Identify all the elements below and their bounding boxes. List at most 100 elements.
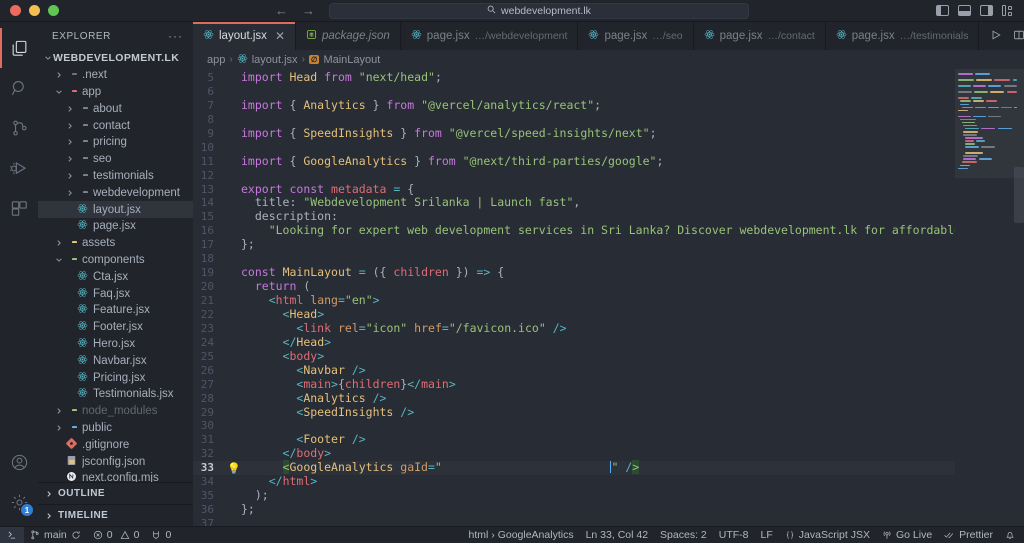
- tree-item-node-modules[interactable]: node_modules: [38, 403, 193, 420]
- code-line-31[interactable]: 31 <Footer />: [193, 432, 955, 447]
- code-line-30[interactable]: 30: [193, 419, 955, 433]
- split-editor-icon[interactable]: [1013, 29, 1024, 44]
- close-icon[interactable]: ✕: [275, 30, 285, 42]
- activity-bar-item-explorer[interactable]: [0, 28, 38, 68]
- chevron-right-icon[interactable]: [64, 155, 75, 163]
- quick-fix-lightbulb-icon[interactable]: 💡: [227, 463, 241, 474]
- run-icon[interactable]: [990, 29, 1002, 44]
- chevron-right-icon[interactable]: [53, 239, 64, 247]
- file-tree[interactable]: WEBDEVELOPMENT.LK .next app about contact pr…: [38, 50, 193, 482]
- code-line-16[interactable]: 16 "Looking for expert web development s…: [193, 223, 955, 238]
- editor-tab-2[interactable]: package.json: [296, 22, 401, 50]
- code-line-18[interactable]: 18: [193, 252, 955, 266]
- status-branch[interactable]: main: [24, 527, 87, 543]
- breadcrumb-item-file[interactable]: layout.jsx: [252, 54, 298, 66]
- chevron-right-icon[interactable]: [64, 138, 75, 146]
- sidebar-more-actions-icon[interactable]: ···: [168, 29, 183, 43]
- status-language-path[interactable]: html › GoogleAnalytics: [463, 527, 580, 543]
- tree-item-hero-jsx[interactable]: Hero.jsx: [38, 336, 193, 353]
- command-center-search[interactable]: webdevelopment.lk: [329, 2, 749, 19]
- code-line-13[interactable]: 13 export const metadata = {: [193, 182, 955, 197]
- status-language-mode[interactable]: JavaScript JSX: [779, 527, 876, 543]
- tree-item-jsconfig-json[interactable]: jsconfig.json: [38, 453, 193, 470]
- toggle-primary-sidebar-icon[interactable]: [936, 5, 949, 16]
- tree-item-seo[interactable]: seo: [38, 151, 193, 168]
- tree-item-pricing[interactable]: pricing: [38, 134, 193, 151]
- chevron-down-icon[interactable]: [53, 88, 64, 96]
- chevron-right-icon[interactable]: [64, 122, 75, 130]
- tree-item-pricing-jsx[interactable]: Pricing.jsx: [38, 369, 193, 386]
- code-line-27[interactable]: 27 <main>{children}</main>: [193, 377, 955, 392]
- editor-tab-4[interactable]: page.jsx …/seo: [578, 22, 694, 50]
- tree-root-row[interactable]: WEBDEVELOPMENT.LK: [38, 50, 193, 67]
- editor-tab-6[interactable]: page.jsx …/testimonials: [825, 22, 980, 50]
- status-go-live[interactable]: Go Live: [876, 527, 938, 543]
- code-line-36[interactable]: 36};: [193, 502, 955, 517]
- code-line-23[interactable]: 23 <link rel="icon" href="/favicon.ico" …: [193, 321, 955, 336]
- chevron-right-icon[interactable]: [53, 407, 64, 415]
- status-cursor-position[interactable]: Ln 33, Col 42: [580, 527, 654, 543]
- status-problems[interactable]: 0 0: [87, 527, 146, 543]
- tree-item-about[interactable]: about: [38, 100, 193, 117]
- chevron-right-icon[interactable]: [53, 71, 64, 79]
- activity-bar-item-manage[interactable]: 1: [0, 482, 38, 522]
- code-line-29[interactable]: 29 <SpeedInsights />: [193, 405, 955, 420]
- tree-item-testimonials-jsx[interactable]: Testimonials.jsx: [38, 386, 193, 403]
- code-line-32[interactable]: 32 </body>: [193, 446, 955, 461]
- code-line-26[interactable]: 26 <Navbar />: [193, 363, 955, 378]
- activity-bar-item-search[interactable]: [0, 68, 38, 108]
- code-line-19[interactable]: 19 const MainLayout = ({ children }) => {: [193, 265, 955, 280]
- chevron-right-icon[interactable]: [64, 172, 75, 180]
- tree-item-gitignore[interactable]: .gitignore: [38, 436, 193, 453]
- tree-item-faq-jsx[interactable]: Faq.jsx: [38, 285, 193, 302]
- status-encoding[interactable]: UTF-8: [713, 527, 755, 543]
- chevron-right-icon[interactable]: [53, 424, 64, 432]
- code-line-17[interactable]: 17};: [193, 237, 955, 252]
- tree-item-navbar-jsx[interactable]: Navbar.jsx: [38, 352, 193, 369]
- code-line-28[interactable]: 28 <Analytics />: [193, 391, 955, 406]
- tree-item-app[interactable]: app: [38, 84, 193, 101]
- chevron-right-icon[interactable]: [64, 105, 75, 113]
- breadcrumb-item-symbol[interactable]: MainLayout: [323, 54, 380, 66]
- code-line-14[interactable]: 14 title: "Webdevelopment Srilanka | Lau…: [193, 195, 955, 210]
- code-line-11[interactable]: 11 import { GoogleAnalytics } from "@next…: [193, 154, 955, 169]
- chevron-down-icon[interactable]: [53, 256, 64, 264]
- status-ports[interactable]: 0: [145, 527, 177, 543]
- go-back-icon[interactable]: ←: [275, 4, 288, 17]
- editor-viewport[interactable]: 5 import Head from "next/head"; 6 7 import {…: [193, 69, 1024, 526]
- tree-item-webdevelopment[interactable]: webdevelopment: [38, 184, 193, 201]
- editor-tab-3[interactable]: page.jsx …/webdevelopment: [400, 22, 579, 50]
- tree-item-components[interactable]: components: [38, 252, 193, 269]
- code-line-8[interactable]: 8: [193, 113, 955, 127]
- breadcrumb[interactable]: app › layout.jsx › ∅ MainLayout: [193, 50, 1024, 69]
- tree-item-page-jsx[interactable]: page.jsx: [38, 218, 193, 235]
- code-line-6[interactable]: 6: [193, 85, 955, 99]
- breadcrumb-item-folder[interactable]: app: [207, 54, 225, 66]
- activity-bar-item-source-control[interactable]: [0, 108, 38, 148]
- tree-item-next[interactable]: .next: [38, 67, 193, 84]
- chevron-right-icon[interactable]: [64, 189, 75, 197]
- go-forward-icon[interactable]: →: [302, 4, 315, 17]
- minimap[interactable]: [955, 69, 1024, 526]
- status-indentation[interactable]: Spaces: 2: [654, 527, 713, 543]
- tree-item-layout-jsx[interactable]: layout.jsx: [38, 201, 193, 218]
- navigation-arrows[interactable]: ← →: [275, 4, 315, 17]
- code-line-25[interactable]: 25 <body>: [193, 349, 955, 364]
- tree-item-feature-jsx[interactable]: Feature.jsx: [38, 302, 193, 319]
- sidebar-section-outline[interactable]: OUTLINE: [38, 482, 193, 504]
- sidebar-section-timeline[interactable]: TIMELINE: [38, 504, 193, 526]
- activity-bar-item-run-and-debug[interactable]: [0, 148, 38, 188]
- code-line-15[interactable]: 15 description:: [193, 209, 955, 224]
- code-content[interactable]: 5 import Head from "next/head"; 6 7 import {…: [193, 69, 955, 526]
- code-line-7[interactable]: 7 import { Analytics } from "@vercel/anal…: [193, 98, 955, 113]
- editor-tab-1[interactable]: layout.jsx ✕: [193, 22, 296, 50]
- code-line-9[interactable]: 9 import { SpeedInsights } from "@vercel/…: [193, 126, 955, 141]
- tree-item-footer-jsx[interactable]: Footer.jsx: [38, 319, 193, 336]
- activity-bar-item-extensions[interactable]: [0, 188, 38, 228]
- activity-bar-item-accounts[interactable]: [0, 442, 38, 482]
- status-eol[interactable]: LF: [755, 527, 779, 543]
- status-notifications[interactable]: [999, 527, 1024, 543]
- toggle-panel-icon[interactable]: [958, 5, 971, 16]
- code-line-35[interactable]: 35 );: [193, 488, 955, 503]
- tree-item-contact[interactable]: contact: [38, 117, 193, 134]
